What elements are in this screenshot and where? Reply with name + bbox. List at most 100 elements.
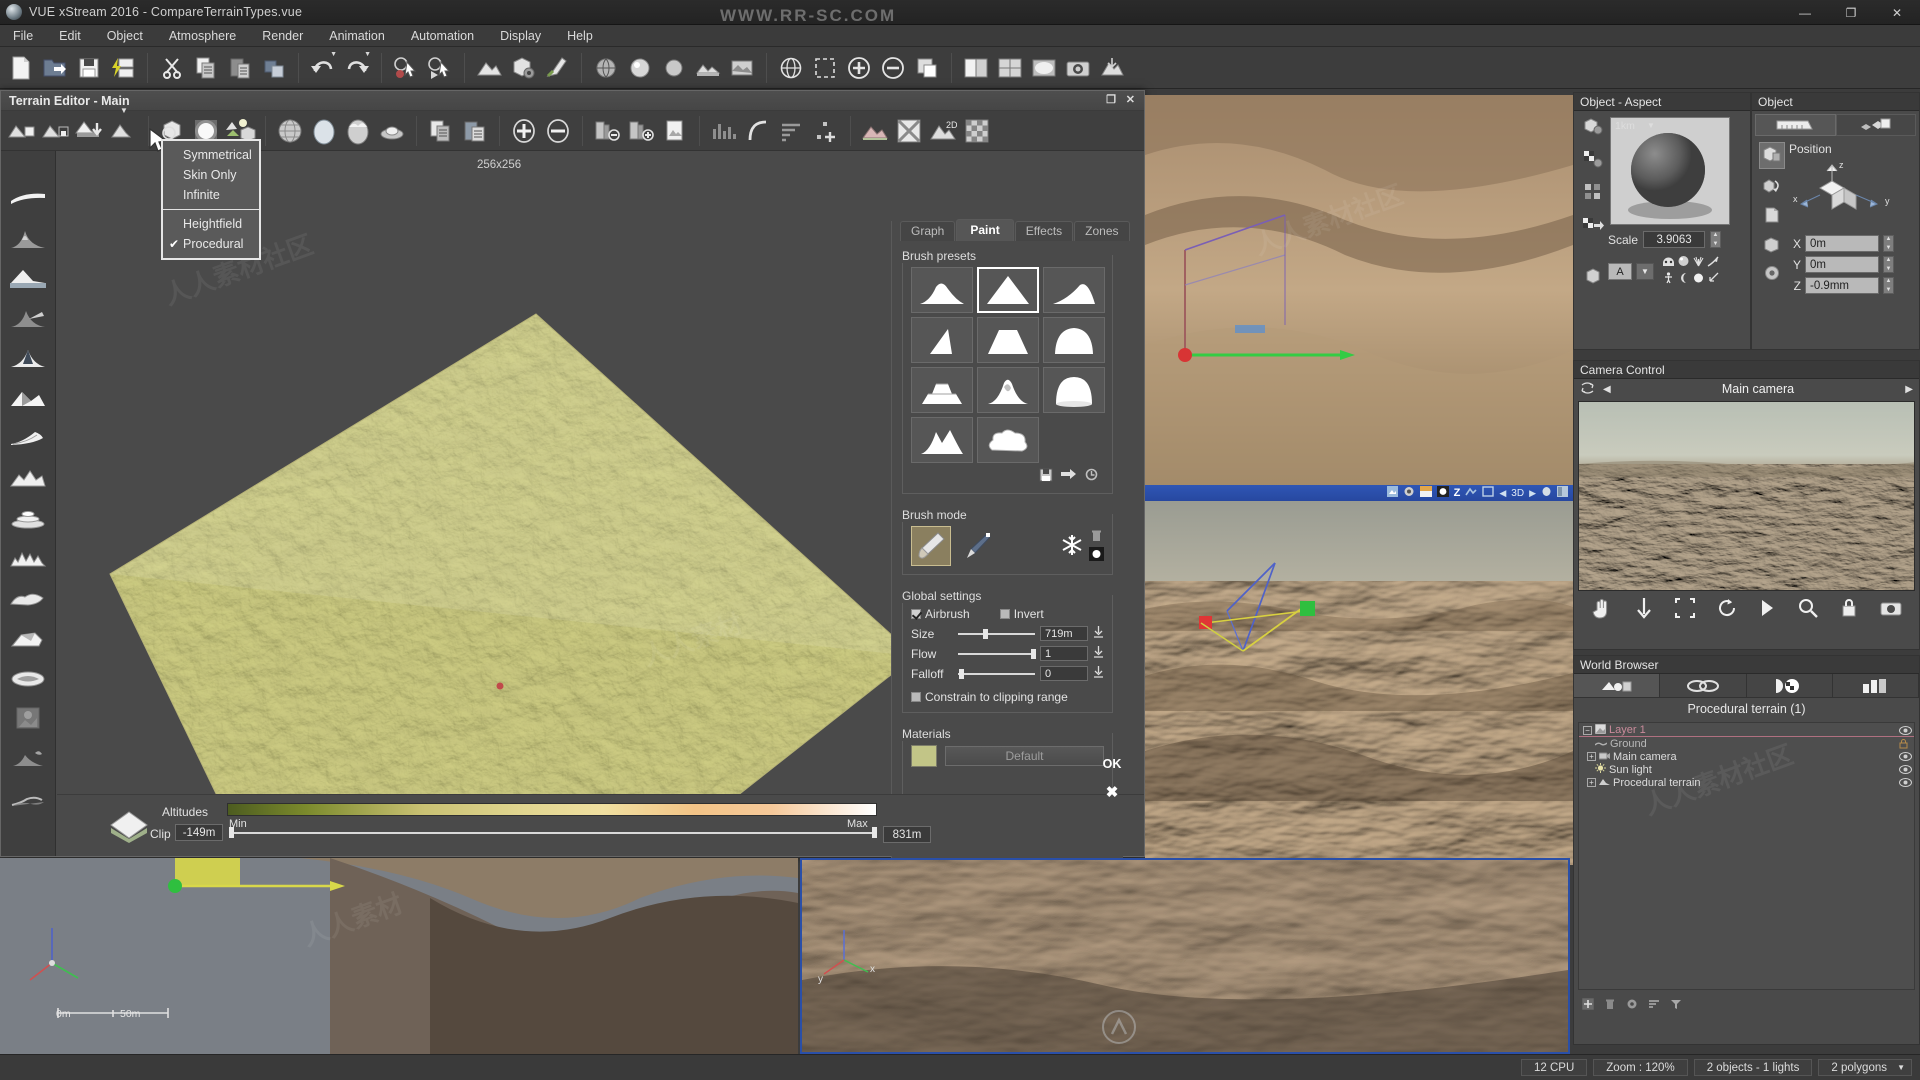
menu-item-automation[interactable]: Automation xyxy=(398,26,487,46)
volcano-icon[interactable] xyxy=(6,739,50,777)
atmosphere-icon[interactable] xyxy=(725,51,759,85)
aspect-preview[interactable]: 1km ▼ xyxy=(1610,117,1730,225)
flow-reset-icon[interactable] xyxy=(1093,646,1104,661)
ecosystem-icon[interactable] xyxy=(623,51,657,85)
sphere-icon[interactable] xyxy=(1677,255,1690,270)
viewport-top[interactable] xyxy=(1145,95,1573,485)
hand-icon[interactable] xyxy=(1591,597,1613,622)
menu-item-display[interactable]: Display xyxy=(487,26,554,46)
size-reset-icon[interactable] xyxy=(1093,626,1104,641)
camera-icon[interactable] xyxy=(691,51,725,85)
close-button[interactable]: ✕ xyxy=(1874,0,1920,25)
menu-item-file[interactable]: File xyxy=(0,26,46,46)
menu-item-edit[interactable]: Edit xyxy=(46,26,94,46)
river-icon[interactable] xyxy=(6,779,50,817)
export-icon[interactable] xyxy=(1095,51,1129,85)
zoom-out-icon[interactable] xyxy=(876,51,910,85)
snapshot-icon[interactable] xyxy=(1061,51,1095,85)
falloff-slider[interactable] xyxy=(958,668,1035,679)
preset-dome-brush[interactable] xyxy=(1042,317,1105,363)
fine-brush-icon[interactable] xyxy=(957,526,997,566)
size-slider[interactable] xyxy=(958,628,1035,639)
menu-item-object[interactable]: Object xyxy=(94,26,156,46)
tab-paint[interactable]: Paint xyxy=(956,219,1014,241)
max-value-field[interactable]: 831m xyxy=(883,826,931,843)
multi-material-icon[interactable] xyxy=(1584,183,1602,204)
save-preset-icon[interactable] xyxy=(1039,468,1053,485)
menu-item-procedural[interactable]: ✔ Procedural xyxy=(163,234,259,254)
smooth-icon[interactable] xyxy=(858,114,892,148)
display-mode-value[interactable]: 3D xyxy=(1511,488,1524,499)
invert-checkbox[interactable]: Invert xyxy=(999,607,1044,621)
menu-item-atmosphere[interactable]: Atmosphere xyxy=(156,26,249,46)
altitude-gradient-bar[interactable] xyxy=(227,803,877,816)
camera-next-arrow[interactable]: ▶ xyxy=(1905,384,1913,395)
polygons-chevron-down-icon[interactable]: ▼ xyxy=(1897,1063,1905,1072)
save-terrain-icon[interactable] xyxy=(39,114,73,148)
mountain-icon[interactable] xyxy=(6,219,50,257)
delete-icon[interactable] xyxy=(1604,998,1616,1013)
menu-item-heightfield[interactable]: Heightfield xyxy=(163,214,259,234)
menu-item-render[interactable]: Render xyxy=(249,26,316,46)
add-icon[interactable] xyxy=(1581,997,1595,1013)
apply-preset-icon[interactable] xyxy=(1061,468,1077,485)
sun-eye-icon[interactable] xyxy=(1899,765,1912,774)
measure-tab[interactable] xyxy=(1755,114,1836,136)
eroded-icon[interactable] xyxy=(6,579,50,617)
histogram-icon[interactable] xyxy=(707,114,741,148)
next-arrow-icon[interactable]: ▶ xyxy=(1529,488,1536,499)
tab-effects[interactable]: Effects xyxy=(1014,221,1074,241)
preset-cloud-brush[interactable] xyxy=(976,417,1039,463)
scale-icon[interactable] xyxy=(1762,235,1782,256)
mapping-chevron-down-icon[interactable]: ▼ xyxy=(1636,262,1654,280)
paint-brush-icon[interactable] xyxy=(911,526,951,566)
cancel-button[interactable]: ✖ xyxy=(1098,783,1126,801)
material-editor-icon[interactable] xyxy=(540,51,574,85)
export-view-icon[interactable] xyxy=(910,51,944,85)
reset-preset-icon[interactable] xyxy=(1085,468,1098,485)
gear-icon[interactable] xyxy=(1763,264,1781,285)
duplicate-icon[interactable] xyxy=(257,51,291,85)
viewport-layout-icon[interactable] xyxy=(1557,486,1568,500)
rotate-icon[interactable] xyxy=(1762,177,1782,198)
person-icon[interactable] xyxy=(1662,272,1675,287)
camera-eye-icon[interactable] xyxy=(1899,752,1912,761)
position-gizmo[interactable]: z x y xyxy=(1789,158,1899,228)
scale-stepper[interactable]: ▲ ▼ xyxy=(1710,231,1722,248)
preset-rounded-dome-brush[interactable] xyxy=(1042,367,1105,413)
max-handle[interactable] xyxy=(872,827,877,838)
tab-zones[interactable]: Zones xyxy=(1074,221,1130,241)
links-tab[interactable] xyxy=(1660,674,1747,697)
falloff-value[interactable]: 0 xyxy=(1040,666,1088,681)
function-editor-icon[interactable] xyxy=(589,51,623,85)
play-icon[interactable] xyxy=(1758,598,1776,621)
redo-icon[interactable]: ▼ xyxy=(340,51,374,85)
grass-icon[interactable] xyxy=(1692,255,1705,270)
terrain-eye-icon[interactable] xyxy=(1899,778,1912,787)
z-axis-label[interactable]: Z xyxy=(1454,487,1461,499)
layer-eye-icon[interactable] xyxy=(1899,725,1912,735)
ok-button[interactable]: OK xyxy=(1098,757,1126,775)
terrain-editor-restore-button[interactable]: ❐ xyxy=(1106,93,1116,106)
cliff-icon[interactable] xyxy=(6,619,50,657)
add-point-icon[interactable] xyxy=(809,114,843,148)
branch-icon[interactable] xyxy=(1707,255,1720,270)
plateau-icon[interactable] xyxy=(6,259,50,297)
flow-slider[interactable] xyxy=(958,648,1037,659)
tree-row-layer[interactable]: − Layer 1 xyxy=(1579,723,1914,737)
camera-name[interactable]: Main camera xyxy=(1611,382,1906,396)
display-mode-icon[interactable] xyxy=(1386,486,1398,500)
material-swatch[interactable] xyxy=(911,745,937,767)
flat-terrain-icon[interactable] xyxy=(6,179,50,217)
altitude-range-track[interactable] xyxy=(229,827,877,838)
open-file-icon[interactable] xyxy=(38,51,72,85)
terrain-icon[interactable] xyxy=(472,51,506,85)
layout-icon[interactable] xyxy=(959,51,993,85)
terrain-mesh[interactable] xyxy=(100,256,920,856)
move-down-icon[interactable] xyxy=(1635,597,1653,622)
position-y-field[interactable]: 0m xyxy=(1805,256,1879,273)
export-terrain-icon[interactable] xyxy=(73,114,107,148)
resolution-down-icon[interactable] xyxy=(590,114,624,148)
preset-cone-brush[interactable] xyxy=(910,317,973,363)
position-x-field[interactable]: 0m xyxy=(1805,235,1879,252)
